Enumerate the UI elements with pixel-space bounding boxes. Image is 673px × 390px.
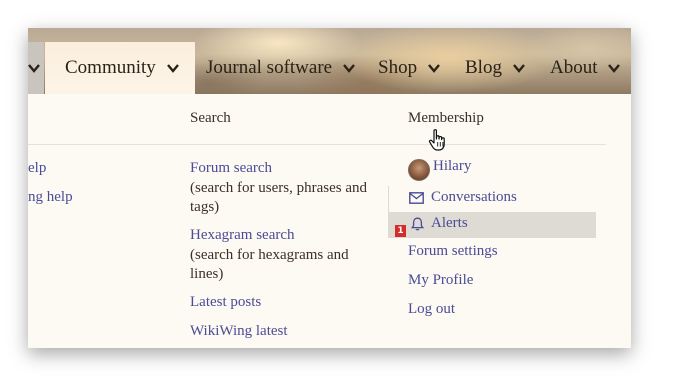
nav-item-label: About: [550, 57, 598, 78]
nav-item-label: Journal software: [206, 57, 333, 78]
envelope-icon: [409, 191, 424, 209]
left-col-link-help[interactable]: elp: [28, 160, 46, 177]
nav-item-journal-software[interactable]: Journal software: [206, 42, 355, 94]
alerts-badge: 1: [395, 225, 406, 237]
forum-settings-link[interactable]: Forum settings: [408, 243, 498, 260]
membership-column-heading: Membership: [408, 110, 484, 126]
left-col-link-posting-help[interactable]: ng help: [28, 189, 73, 206]
chevron-down-icon: [166, 64, 179, 74]
nav-item-about[interactable]: About: [550, 42, 621, 94]
nav-item-label: Community: [65, 57, 156, 78]
log-out-link[interactable]: Log out: [408, 301, 455, 318]
username-link[interactable]: Hilary: [433, 158, 471, 175]
menu-window: Community Journal software Shop Blog Abo: [28, 28, 631, 348]
alerts-link[interactable]: Alerts: [431, 215, 468, 232]
avatar[interactable]: [408, 159, 430, 181]
top-navigation-bar: Community Journal software Shop Blog Abo: [28, 28, 631, 94]
chevron-down-icon[interactable]: [28, 64, 40, 73]
menu-divider: [28, 144, 606, 145]
nav-item-community[interactable]: Community: [45, 42, 195, 94]
hand-pointer-cursor-icon: [428, 128, 448, 157]
hexagram-search-note: (search for hexagrams and lines): [190, 247, 349, 282]
nav-item-shop[interactable]: Shop: [378, 42, 440, 94]
forum-search-link[interactable]: Forum search: [190, 160, 272, 177]
nav-item-blog[interactable]: Blog: [465, 42, 525, 94]
nav-item-label: Blog: [465, 57, 502, 78]
chevron-down-icon: [342, 64, 355, 74]
my-profile-link[interactable]: My Profile: [408, 272, 473, 289]
chevron-down-icon: [608, 64, 621, 74]
forum-search-note: (search for users, phrases and tags): [190, 180, 368, 215]
hexagram-search-link[interactable]: Hexagram search: [190, 227, 295, 244]
chevron-down-icon: [512, 64, 525, 74]
conversations-link[interactable]: Conversations: [431, 189, 517, 206]
nav-item-label: Shop: [378, 57, 418, 78]
search-column-heading: Search: [190, 110, 231, 126]
chevron-down-icon: [427, 64, 440, 74]
community-dropdown-menu: elp ng help Search Forum search (search …: [28, 94, 631, 348]
wikiwing-latest-link[interactable]: WikiWing latest: [190, 323, 288, 340]
latest-posts-link[interactable]: Latest posts: [190, 294, 261, 311]
bell-icon: [410, 217, 425, 236]
